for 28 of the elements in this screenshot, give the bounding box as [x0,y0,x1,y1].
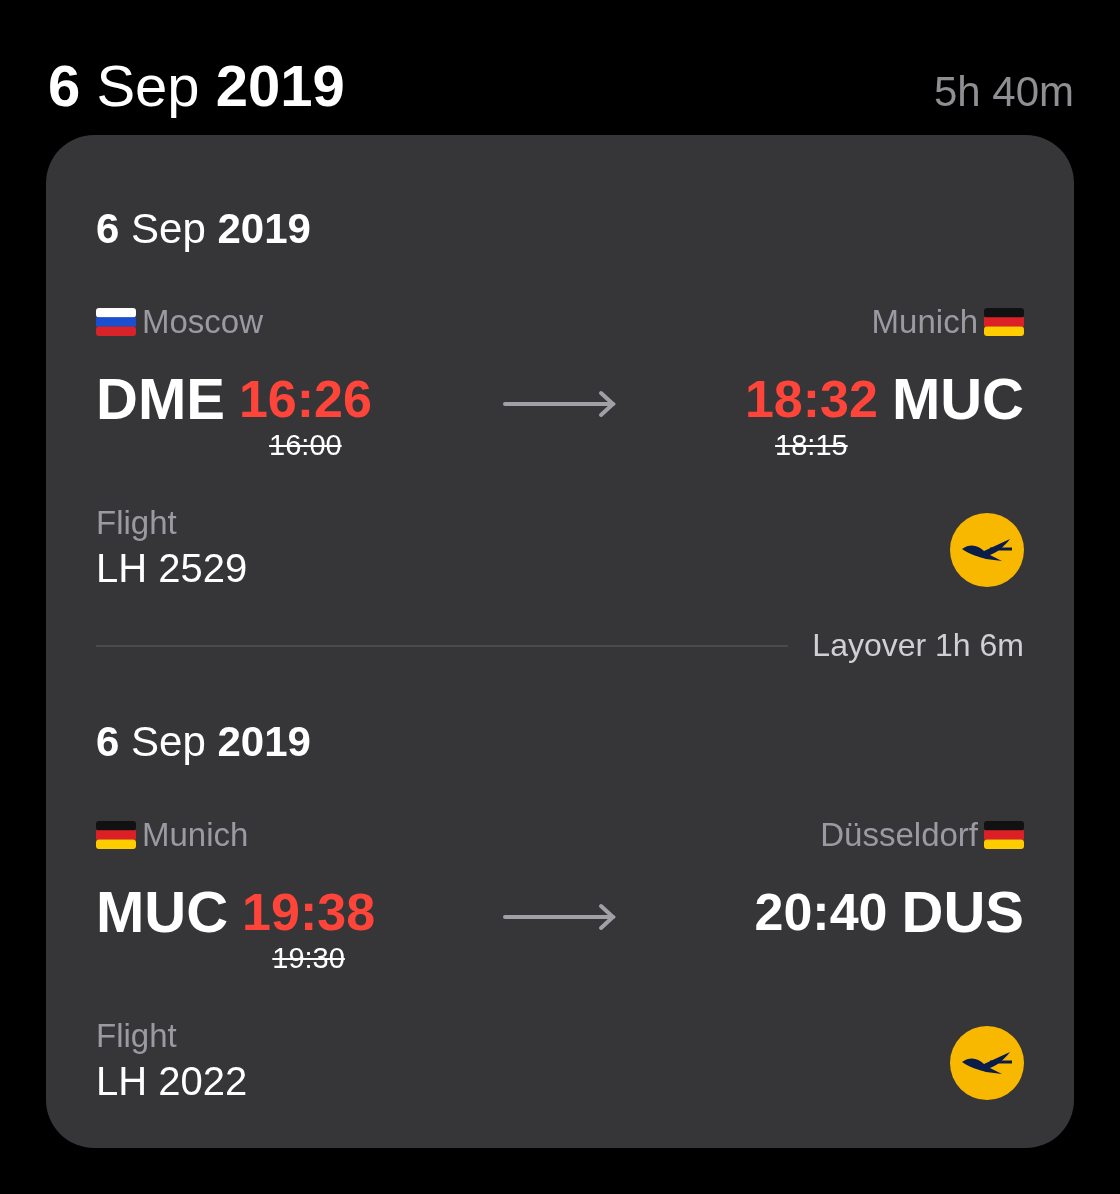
airport-code: DME [96,365,225,433]
flight-date: 6 Sep 2019 [96,205,312,253]
scheduled-time: 18:15 [775,429,848,462]
airport-code: DUS [901,878,1024,946]
arrival-city: Munich [871,303,978,341]
airport-code: MUC [891,365,1024,433]
flight-label: Flight [96,1017,178,1055]
time: 18:32 [744,369,878,430]
flight-date: 6 Sep 2019 [96,718,312,766]
flight-number: LH 2529 [96,546,248,591]
trip-duration: 5h 40m [933,68,1074,116]
time: 16:26 [238,369,372,430]
crane-logo-icon [950,513,1024,587]
time: 19:38 [242,882,376,943]
time: 20:40 [754,882,888,943]
airport-code: MUC [96,878,229,946]
scheduled-time: 19:30 [272,942,345,975]
departure-city: Moscow [142,303,264,341]
arrow-icon [503,389,617,419]
scheduled-time: 16:00 [269,429,342,462]
crane-logo-icon [950,1026,1024,1100]
flight-number: LH 2022 [96,1059,248,1104]
arrival-city: Düsseldorf [820,816,978,854]
layover-duration: Layover 1h 6m [812,627,1024,664]
arrow-icon [503,902,617,932]
flight-label: Flight [96,504,178,542]
trip-date: 6 Sep 2019 [48,52,345,119]
departure-city: Munich [142,816,249,854]
